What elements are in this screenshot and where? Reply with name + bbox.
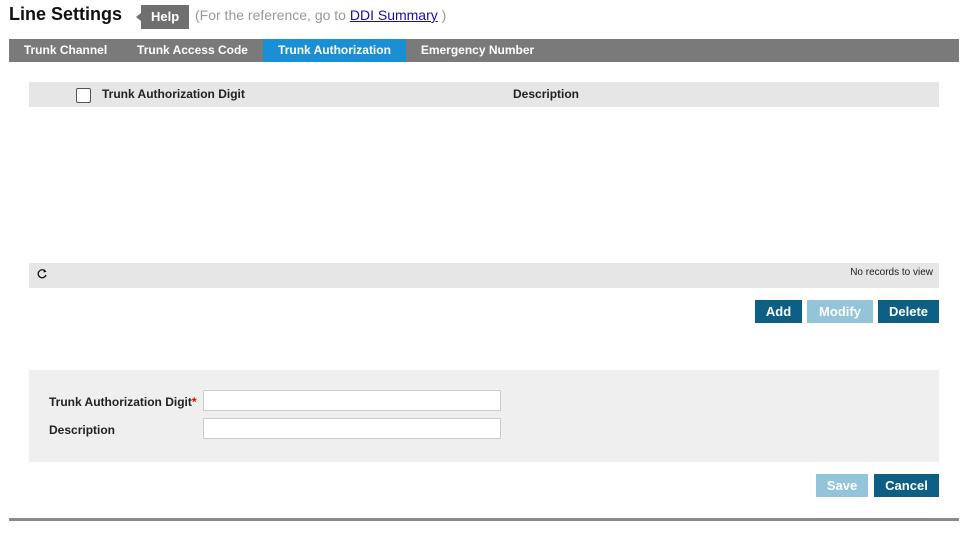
add-button[interactable]: Add	[755, 300, 802, 323]
reference-text: (For the reference, go to DDI Summary )	[195, 7, 446, 23]
description-label: Description	[49, 423, 116, 437]
tab-bar: Trunk Channel Trunk Access Code Trunk Au…	[9, 39, 959, 62]
edit-form: Trunk Authorization Digit* Description	[29, 370, 939, 462]
column-header-digit[interactable]: Trunk Authorization Digit	[102, 87, 245, 101]
empty-records-text: No records to view	[850, 267, 933, 278]
delete-button[interactable]: Delete	[878, 300, 939, 323]
tab-emergency-number[interactable]: Emergency Number	[406, 39, 549, 62]
help-button[interactable]: Help	[135, 5, 190, 29]
ddi-summary-link[interactable]: DDI Summary	[350, 7, 438, 23]
grid-pager: No records to view	[29, 263, 939, 288]
required-marker: *	[191, 395, 197, 409]
digit-label: Trunk Authorization Digit*	[49, 395, 197, 409]
reference-suffix: )	[437, 7, 447, 23]
tab-trunk-access-code[interactable]: Trunk Access Code	[122, 39, 263, 62]
save-button[interactable]: Save	[816, 474, 868, 497]
grid-header: Trunk Authorization Digit Description	[29, 82, 939, 107]
reference-prefix: (For the reference, go to	[195, 7, 350, 23]
tab-trunk-authorization[interactable]: Trunk Authorization	[263, 39, 406, 62]
bottom-divider	[9, 518, 959, 521]
refresh-icon[interactable]	[36, 268, 48, 280]
select-all-checkbox[interactable]	[76, 88, 91, 103]
tab-trunk-channel[interactable]: Trunk Channel	[9, 39, 122, 62]
digit-label-text: Trunk Authorization Digit	[49, 395, 192, 409]
digit-field[interactable]	[203, 390, 501, 411]
column-header-description[interactable]: Description	[513, 87, 579, 101]
cancel-button[interactable]: Cancel	[874, 474, 939, 497]
modify-button[interactable]: Modify	[807, 300, 873, 323]
description-field[interactable]	[203, 418, 501, 439]
page-title: Line Settings	[9, 4, 123, 24]
